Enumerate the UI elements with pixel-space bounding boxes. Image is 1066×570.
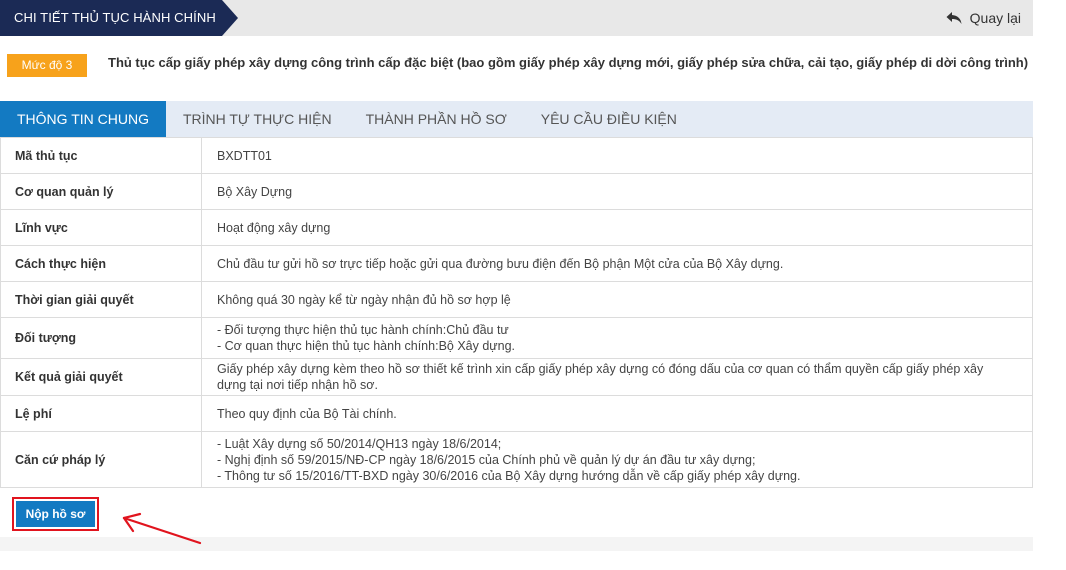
value-line: - Cơ quan thực hiện thủ tục hành chính:B…	[217, 339, 516, 353]
row-value: BXDTT01	[201, 137, 1033, 174]
row-label: Cơ quan quản lý	[0, 173, 202, 210]
value-line: - Luật Xây dựng số 50/2014/QH13 ngày 18/…	[217, 436, 502, 451]
table-row: Cách thực hiện Chủ đầu tư gửi hồ sơ trực…	[0, 245, 1033, 282]
row-value: - Đối tượng thực hiện thủ tục hành chính…	[201, 317, 1033, 359]
row-value: - Luật Xây dựng số 50/2014/QH13 ngày 18/…	[201, 431, 1033, 488]
table-row: Lĩnh vực Hoạt động xây dựng	[0, 209, 1033, 246]
reply-arrow-icon	[946, 11, 962, 25]
value-line: - Thông tư số 15/2016/TT-BXD ngày 30/6/2…	[217, 468, 801, 483]
back-label: Quay lại	[969, 10, 1021, 26]
back-button[interactable]: Quay lại	[946, 0, 1021, 36]
row-value: Chủ đầu tư gửi hồ sơ trực tiếp hoặc gửi …	[201, 245, 1033, 282]
submit-application-button[interactable]: Nộp hồ sơ	[16, 501, 95, 527]
annotation-arrow-icon	[118, 510, 204, 551]
tab-trinh-tu-thuc-hien[interactable]: TRÌNH TỰ THỰC HIỆN	[166, 101, 349, 137]
row-value: Hoạt động xây dựng	[201, 209, 1033, 246]
value-line: Giấy phép xây dựng kèm theo hồ sơ thiết …	[217, 362, 984, 376]
row-label: Thời gian giải quyết	[0, 281, 202, 318]
row-label: Lĩnh vực	[0, 209, 202, 246]
tab-bar: THÔNG TIN CHUNG TRÌNH TỰ THỰC HIỆN THÀNH…	[0, 101, 1033, 137]
value-line: - Đối tượng thực hiện thủ tục hành chính…	[217, 323, 509, 337]
table-row: Cơ quan quản lý Bộ Xây Dựng	[0, 173, 1033, 210]
table-row: Đối tượng - Đối tượng thực hiện thủ tục …	[0, 317, 1033, 359]
table-row: Thời gian giải quyết Không quá 30 ngày k…	[0, 281, 1033, 318]
tab-thanh-phan-ho-so[interactable]: THÀNH PHẦN HỒ SƠ	[349, 101, 524, 137]
row-label: Lệ phí	[0, 395, 202, 432]
row-label: Mã thủ tục	[0, 137, 202, 174]
level-badge: Mức độ 3	[7, 54, 87, 77]
table-row: Kết quả giải quyết Giấy phép xây dựng kè…	[0, 358, 1033, 396]
row-label: Căn cứ pháp lý	[0, 431, 202, 488]
submit-highlight-box: Nộp hồ sơ	[12, 497, 99, 531]
tab-thong-tin-chung[interactable]: THÔNG TIN CHUNG	[0, 101, 166, 137]
row-label: Đối tượng	[0, 317, 202, 359]
row-label: Kết quả giải quyết	[0, 358, 202, 396]
row-value: Bộ Xây Dựng	[201, 173, 1033, 210]
tab-yeu-cau-dieu-kien[interactable]: YÊU CẦU ĐIỀU KIỆN	[524, 101, 694, 137]
procedure-info-table: Mã thủ tục BXDTT01 Cơ quan quản lý Bộ Xâ…	[0, 137, 1033, 488]
page: CHI TIẾT THỦ TỤC HÀNH CHÍNH Quay lại Mức…	[0, 0, 1066, 570]
value-line: dựng tại nơi tiếp nhận hồ sơ.	[217, 378, 378, 392]
page-header: CHI TIẾT THỦ TỤC HÀNH CHÍNH Quay lại	[0, 0, 1033, 36]
value-line: - Nghị định số 59/2015/NĐ-CP ngày 18/6/2…	[217, 452, 756, 467]
table-row: Mã thủ tục BXDTT01	[0, 137, 1033, 174]
row-label: Cách thực hiện	[0, 245, 202, 282]
table-row: Căn cứ pháp lý - Luật Xây dựng số 50/201…	[0, 431, 1033, 488]
procedure-title: Thủ tục cấp giấy phép xây dựng công trìn…	[108, 55, 1029, 70]
row-value: Không quá 30 ngày kể từ ngày nhận đủ hồ …	[201, 281, 1033, 318]
page-title: CHI TIẾT THỦ TỤC HÀNH CHÍNH	[0, 0, 238, 36]
row-value: Giấy phép xây dựng kèm theo hồ sơ thiết …	[201, 358, 1033, 396]
table-row: Lệ phí Theo quy định của Bộ Tài chính.	[0, 395, 1033, 432]
row-value: Theo quy định của Bộ Tài chính.	[201, 395, 1033, 432]
